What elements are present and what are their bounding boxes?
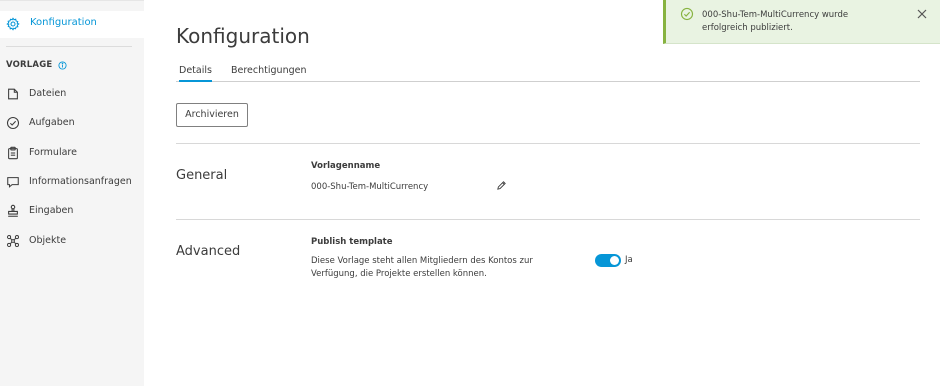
clipboard-icon [8,146,18,160]
archive-button[interactable]: Archivieren [176,103,248,127]
file-icon [8,88,18,100]
close-icon[interactable] [916,8,928,20]
publish-toggle[interactable] [595,254,621,267]
success-toast: 000-Shu-Tem-MultiCurrency wurde erfolgre… [663,0,940,44]
sidebar-item-label: Formulare [29,147,77,158]
sidebar-item-konfiguration[interactable]: Konfiguration [0,11,144,38]
sidebar-item-objekte[interactable]: Objekte [0,231,144,253]
pencil-icon[interactable] [496,180,507,191]
check-circle-icon [680,7,694,21]
section-title-text: VORLAGE [6,60,53,70]
stamp-icon [8,204,18,217]
section-divider [176,143,920,144]
sidebar: Konfiguration VORLAGE Dateien Aufgaben F… [0,0,144,386]
general-heading: General [176,168,228,183]
sidebar-section-title: VORLAGE [6,60,67,70]
publish-template-description: Diese Vorlage steht allen Mitgliedern de… [311,256,533,279]
sidebar-item-dateien[interactable]: Dateien [0,84,144,106]
publish-toggle-label: Ja [625,255,633,265]
sidebar-item-label: Informationsanfragen [29,176,132,187]
section-divider [176,219,920,220]
sidebar-item-eingaben[interactable]: Eingaben [0,201,144,223]
sidebar-item-label: Objekte [29,235,67,246]
chat-bubble-icon [7,177,19,188]
tab-details[interactable]: Details [179,65,212,82]
check-circle-icon [6,116,20,130]
sidebar-item-aufgaben[interactable]: Aufgaben [0,113,144,135]
toast-message: 000-Shu-Tem-MultiCurrency wurde erfolgre… [702,10,849,33]
template-name-value: 000-Shu-Tem-MultiCurrency [311,182,429,192]
sidebar-item-label: Aufgaben [29,117,75,128]
cube-network-icon [7,235,19,247]
page-title: Konfiguration [176,24,310,48]
publish-template-label: Publish template [311,237,393,247]
gear-icon [6,17,20,31]
toggle-knob [610,256,619,265]
advanced-heading: Advanced [176,244,241,259]
sidebar-divider [6,46,132,47]
info-icon[interactable] [58,60,67,70]
sidebar-item-label: Dateien [29,88,67,99]
tab-bar: Details Berechtigungen [176,60,920,82]
sidebar-item-label: Eingaben [29,205,74,216]
template-name-label: Vorlagenname [311,161,381,171]
sidebar-item-formulare[interactable]: Formulare [0,143,144,165]
tab-berechtigungen[interactable]: Berechtigungen [231,65,306,76]
sidebar-item-informationsanfragen[interactable]: Informationsanfragen [0,172,144,194]
sidebar-item-label: Konfiguration [30,17,97,28]
